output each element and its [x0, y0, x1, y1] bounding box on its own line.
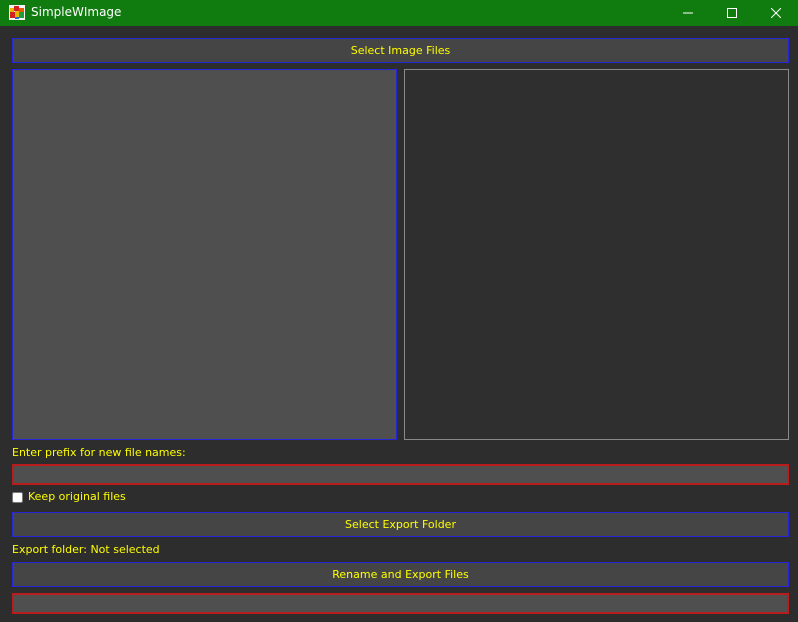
keep-original-option[interactable]: Keep original files [12, 490, 126, 504]
image-file-list[interactable] [12, 69, 397, 440]
prefix-input[interactable] [12, 464, 789, 485]
close-icon [771, 8, 781, 18]
minimize-icon [683, 8, 693, 18]
app-logo-icon [9, 5, 25, 20]
image-preview-panel [404, 69, 789, 440]
close-button[interactable] [753, 0, 798, 26]
select-export-folder-button[interactable]: Select Export Folder [12, 512, 789, 537]
prefix-label: Enter prefix for new file names: [12, 446, 186, 459]
rename-and-export-button[interactable]: Rename and Export Files [12, 562, 789, 587]
keep-original-label: Keep original files [28, 490, 126, 503]
minimize-button[interactable] [665, 0, 711, 26]
select-image-files-button[interactable]: Select Image Files [12, 38, 789, 63]
maximize-button[interactable] [709, 0, 755, 26]
maximize-icon [727, 8, 737, 18]
window-title: SimpleWImage [31, 5, 122, 19]
title-bar[interactable]: SimpleWImage [0, 0, 798, 26]
export-folder-status: Export folder: Not selected [12, 543, 160, 556]
status-field[interactable] [12, 593, 789, 614]
app-window: SimpleWImage Select Image Files Enter pr… [0, 0, 798, 622]
keep-original-checkbox[interactable] [12, 491, 23, 503]
